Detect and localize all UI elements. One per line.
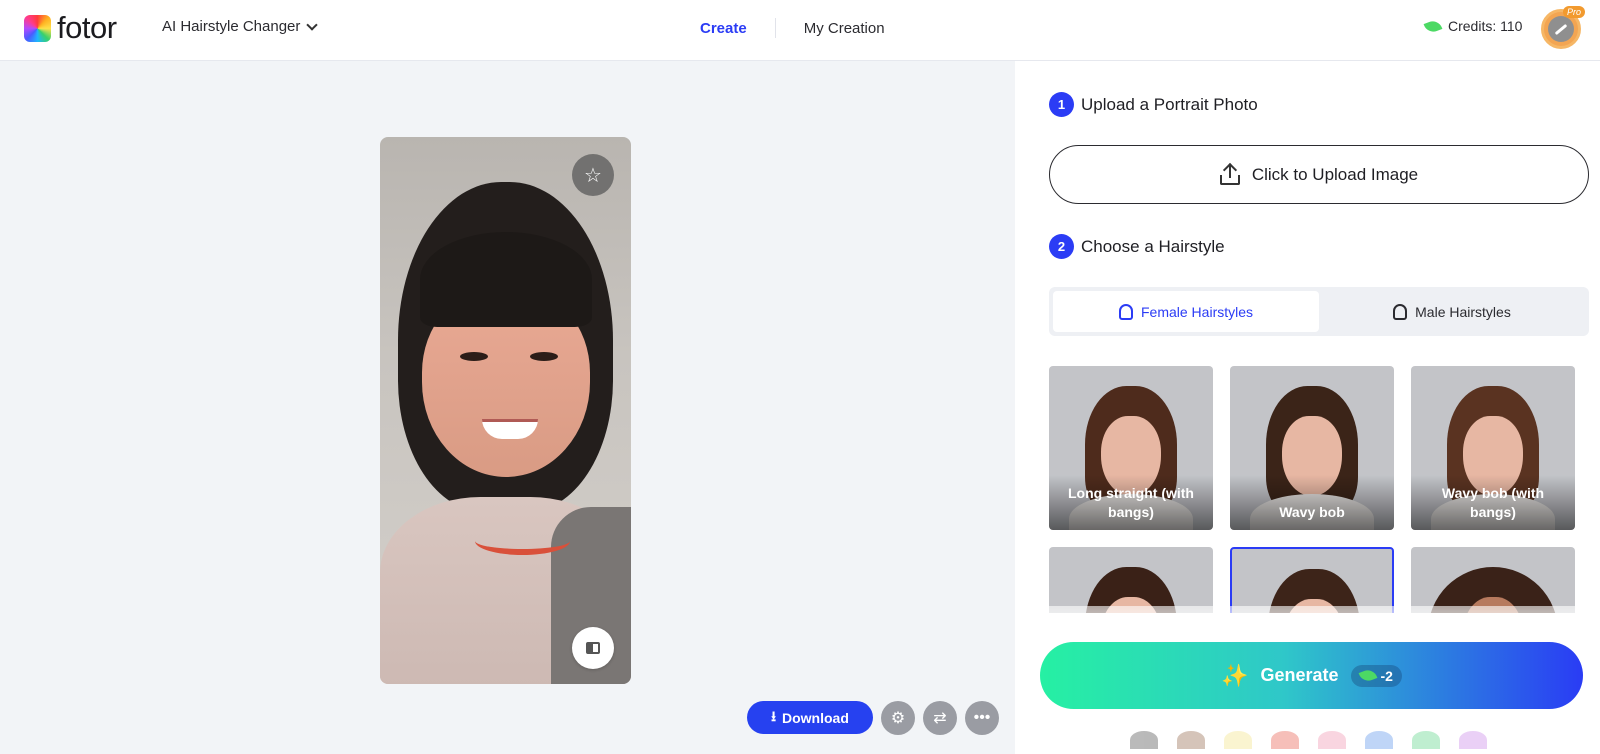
tool-selector-label: AI Hairstyle Changer	[162, 18, 301, 35]
hairstyle-tile-selected[interactable]	[1230, 547, 1394, 613]
hairstyle-tile[interactable]	[1049, 547, 1213, 613]
user-avatar-wrap: Pro	[1541, 6, 1585, 49]
hairstyle-tile[interactable]: Long straight (with bangs)	[1049, 366, 1213, 530]
hairstyle-tile[interactable]: Wavy bob	[1230, 366, 1394, 530]
adjust-button[interactable]: ⚙	[881, 701, 915, 735]
more-icon: •••	[973, 709, 991, 726]
avatar-image	[1548, 16, 1574, 42]
tab-female-label: Female Hairstyles	[1140, 303, 1254, 320]
download-button[interactable]: ⭳ Download	[747, 701, 873, 734]
adjust-icon: ⚙	[890, 710, 906, 727]
tab-male-label: Male Hairstyles	[1415, 303, 1511, 320]
swatch[interactable]	[1224, 731, 1252, 749]
swatch[interactable]	[1177, 731, 1205, 749]
swatch[interactable]	[1130, 731, 1158, 749]
share-button[interactable]: ⇄	[923, 701, 957, 735]
hairstyle-grid: Long straight (with bangs) Wavy bob Wavy…	[1049, 366, 1589, 613]
nav-divider	[774, 18, 776, 38]
nav-create[interactable]: Create	[700, 20, 747, 37]
tool-selector-dropdown[interactable]: AI Hairstyle Changer	[162, 18, 319, 35]
pro-badge: Pro	[1562, 6, 1585, 18]
swatch[interactable]	[1365, 731, 1393, 749]
magic-wand-icon: ✨	[1221, 662, 1249, 688]
favorite-button[interactable]: ☆	[572, 154, 614, 196]
share-icon: ⇄	[933, 710, 947, 727]
swatch[interactable]	[1412, 731, 1440, 749]
portrait-preview: ☆	[380, 137, 631, 684]
hairstyle-gender-tabs: Female Hairstyles Male Hairstyles	[1049, 287, 1589, 336]
photo-eye-left	[460, 352, 488, 361]
top-header: fotor AI Hairstyle Changer Create My Cre…	[0, 0, 1600, 61]
step-2-title: Choose a Hairstyle	[1081, 236, 1225, 256]
swatch[interactable]	[1459, 731, 1487, 749]
photo-bangs	[420, 232, 592, 327]
chevron-down-icon	[306, 18, 319, 31]
step-1-number: 1	[1049, 92, 1074, 117]
step-2-heading: 2 Choose a Hairstyle	[1049, 234, 1225, 259]
photo-eye-right	[530, 352, 558, 361]
nav-my-creation[interactable]: My Creation	[804, 20, 885, 37]
preview-canvas: ☆ ⭳ Download ⚙ ⇄ •••	[0, 61, 1015, 754]
generate-button[interactable]: ✨ Generate -2	[1040, 642, 1583, 709]
main-nav: Create My Creation	[700, 18, 885, 38]
hairstyle-label: Wavy bob	[1279, 504, 1345, 520]
tab-male-hairstyles[interactable]: Male Hairstyles	[1319, 291, 1585, 332]
download-icon: ⭳	[771, 707, 776, 724]
hairstyle-label: Long straight (with bangs)	[1068, 485, 1194, 520]
generate-label: Generate	[1260, 665, 1339, 685]
download-label: Download	[782, 709, 849, 726]
leaf-icon	[1423, 18, 1443, 34]
credit-cost-value: -2	[1380, 667, 1393, 684]
hairstyle-tile[interactable]: Wavy bob (with bangs)	[1411, 366, 1575, 530]
credits-display[interactable]: Credits: 110	[1423, 18, 1523, 34]
hairstyle-label: Wavy bob (with bangs)	[1441, 485, 1545, 520]
upload-label: Click to Upload Image	[1251, 164, 1419, 184]
upload-icon	[1219, 164, 1240, 185]
more-button[interactable]: •••	[965, 701, 999, 735]
leaf-icon	[1358, 667, 1377, 684]
star-icon: ☆	[584, 164, 602, 187]
tab-female-hairstyles[interactable]: Female Hairstyles	[1053, 291, 1319, 332]
photo-collar	[475, 527, 570, 555]
step-1-heading: 1 Upload a Portrait Photo	[1049, 92, 1258, 117]
fotor-logo[interactable]: fotor	[24, 10, 117, 45]
credits-label: Credits: 110	[1448, 18, 1523, 34]
step-1-title: Upload a Portrait Photo	[1081, 94, 1258, 114]
settings-panel: 1 Upload a Portrait Photo Click to Uploa…	[1015, 61, 1600, 754]
compare-icon	[586, 642, 600, 654]
swatch[interactable]	[1318, 731, 1346, 749]
compare-button[interactable]	[572, 627, 614, 669]
upload-image-button[interactable]: Click to Upload Image	[1049, 145, 1589, 204]
step-2-number: 2	[1049, 234, 1074, 259]
credit-cost-badge: -2	[1350, 664, 1402, 687]
color-swatches	[1130, 731, 1487, 749]
swatch[interactable]	[1271, 731, 1299, 749]
brand-name: fotor	[57, 10, 117, 45]
hairstyle-tile[interactable]	[1411, 547, 1575, 613]
female-head-icon	[1118, 303, 1133, 320]
fotor-logo-icon	[24, 14, 51, 42]
male-head-icon	[1393, 303, 1408, 320]
